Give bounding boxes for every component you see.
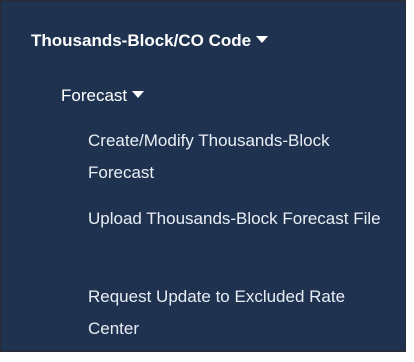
subsection-toggle-forecast[interactable]: Forecast: [61, 85, 145, 107]
caret-down-icon: [132, 91, 145, 98]
menu-link-request-update-excluded-rate-center[interactable]: Request Update to Excluded Rate Center: [88, 281, 388, 345]
subsection-label: Forecast: [61, 86, 128, 105]
menu-link-create-modify-forecast[interactable]: Create/Modify Thousands-Block Forecast: [88, 125, 388, 189]
section-label: Thousands-Block/CO Code: [31, 31, 252, 50]
section-toggle-thousands-block-co-code[interactable]: Thousands-Block/CO Code: [31, 30, 269, 52]
navigation-menu-panel: Thousands-Block/CO Code Forecast Create/…: [0, 0, 406, 352]
menu-link-upload-forecast-file[interactable]: Upload Thousands-Block Forecast File: [88, 203, 388, 235]
caret-down-icon: [256, 36, 269, 43]
